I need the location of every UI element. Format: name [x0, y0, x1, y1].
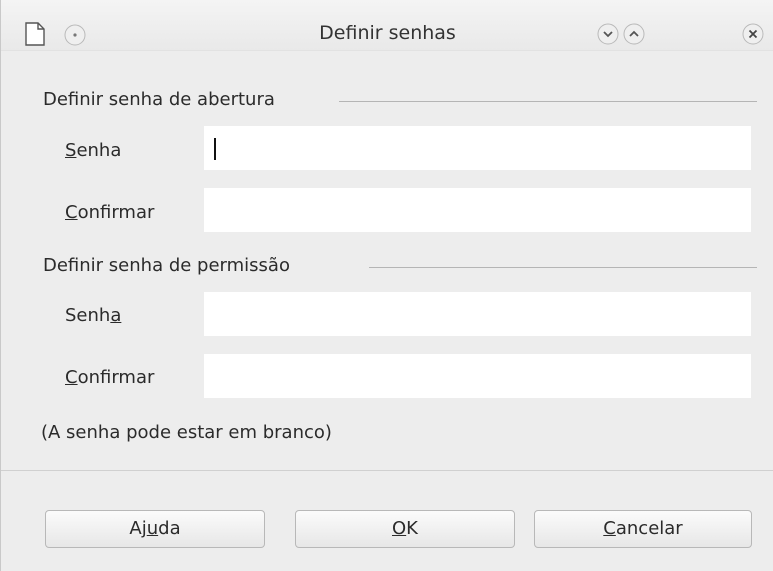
button-label: da: [158, 518, 181, 539]
button-label: K: [406, 518, 418, 539]
permission-section-title: Definir senha de permissão: [43, 255, 290, 276]
opening-password-label: Senha: [65, 140, 121, 161]
section-divider: [339, 101, 757, 102]
section-divider: [369, 267, 757, 268]
mnemonic-key: O: [392, 518, 407, 539]
button-label: Aj: [129, 518, 147, 539]
label-text: Senh: [65, 305, 111, 326]
button-label: ancelar: [615, 518, 683, 539]
permission-password-field[interactable]: [204, 292, 751, 336]
chevron-down-icon[interactable]: [597, 23, 619, 45]
permission-confirm-label: Confirmar: [65, 367, 154, 388]
blank-password-hint: (A senha pode estar em branco): [41, 422, 332, 443]
close-icon[interactable]: [742, 23, 764, 45]
label-text: enha: [76, 140, 122, 161]
mnemonic-key: C: [65, 367, 78, 388]
mnemonic-key: C: [65, 202, 78, 223]
label-text: onfirmar: [77, 202, 155, 223]
title-bar: Definir senhas: [1, 0, 773, 51]
label-text: onfirmar: [77, 367, 155, 388]
password-dialog: Definir senhas Definir senha de abertura…: [0, 0, 773, 571]
opening-confirm-label: Confirmar: [65, 202, 154, 223]
button-separator: [1, 470, 773, 471]
opening-password-field[interactable]: [204, 126, 751, 170]
mnemonic-key: C: [603, 518, 616, 539]
opening-confirm-field[interactable]: [204, 188, 751, 232]
opening-section-title: Definir senha de abertura: [43, 89, 275, 110]
cancel-button[interactable]: Cancelar: [534, 510, 752, 548]
permission-password-label: Senha: [65, 305, 121, 326]
mnemonic-key: a: [110, 305, 122, 326]
help-button[interactable]: Ajuda: [45, 510, 265, 548]
ok-button[interactable]: OK: [295, 510, 515, 548]
chevron-up-icon[interactable]: [623, 23, 645, 45]
window-title: Definir senhas: [319, 22, 456, 44]
mnemonic-key: u: [146, 518, 159, 539]
mnemonic-key: S: [65, 140, 77, 161]
permission-confirm-field[interactable]: [204, 354, 751, 398]
text-caret: [214, 138, 216, 160]
